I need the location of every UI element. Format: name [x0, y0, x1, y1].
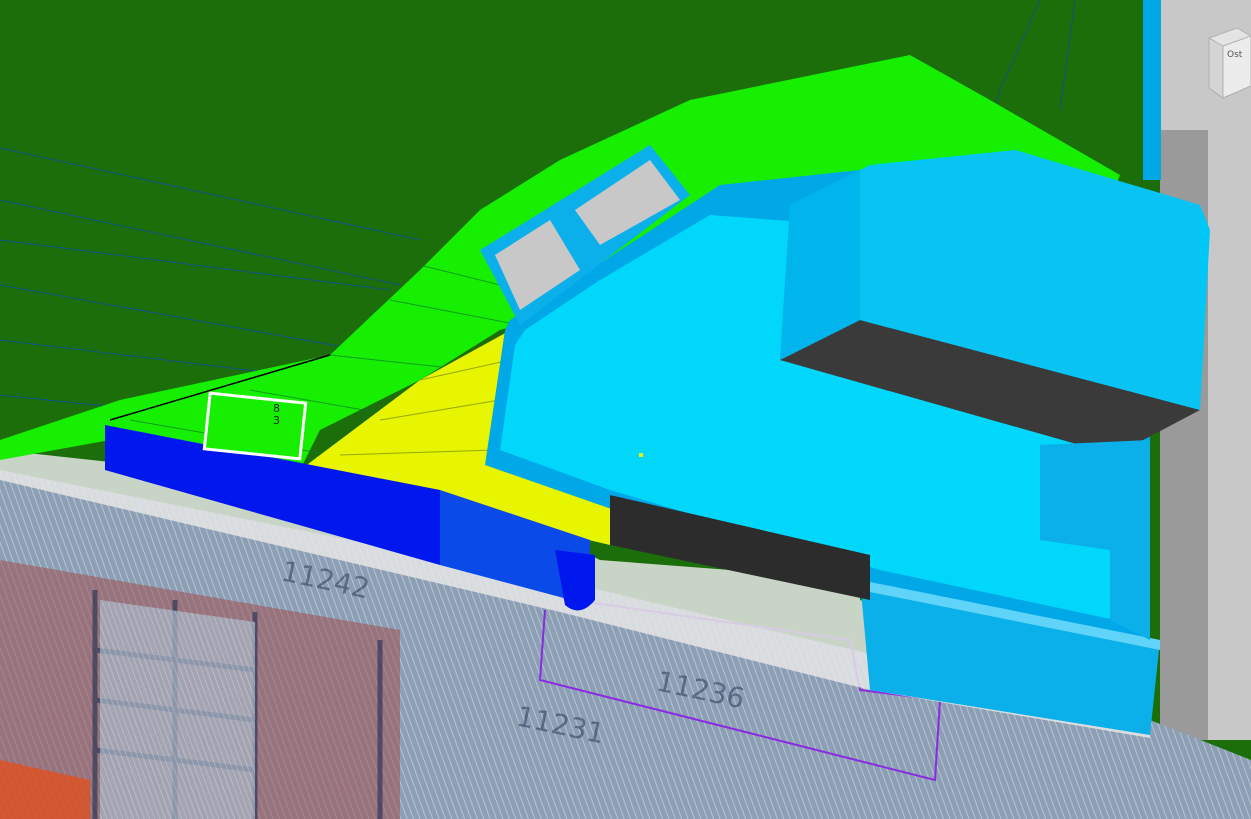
tag-box[interactable] — [202, 391, 308, 461]
viewcube[interactable]: Ost — [1195, 26, 1251, 102]
viewcube-face-label[interactable]: Ost — [1227, 50, 1242, 60]
tag-number-bottom: 3 — [273, 414, 280, 427]
model-viewport[interactable]: 8 3 11242 11236 11231 — [0, 0, 1251, 819]
site-plan-windows — [100, 600, 255, 819]
selection-point[interactable] — [639, 453, 643, 457]
corner-post — [1143, 0, 1161, 180]
viewcube-icon[interactable] — [1195, 26, 1251, 102]
